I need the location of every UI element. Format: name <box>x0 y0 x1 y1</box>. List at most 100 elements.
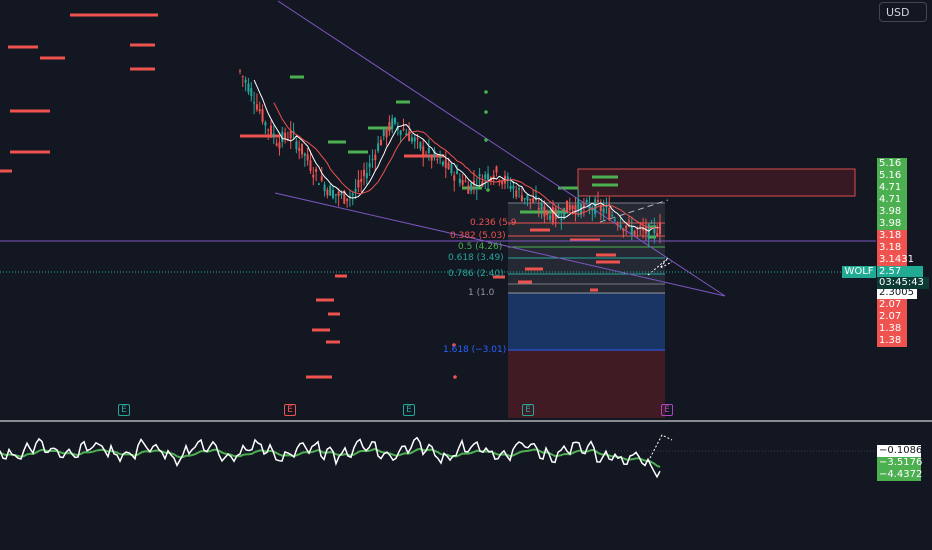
candle-body <box>456 170 459 174</box>
candle-body <box>523 197 526 200</box>
candle-body <box>334 194 337 196</box>
fib-label: 0.5 (4.26) <box>458 242 503 252</box>
candle-body <box>427 147 430 153</box>
candle-body <box>320 176 323 181</box>
candle-body <box>394 117 397 124</box>
candle-body <box>540 202 543 210</box>
price-axis-label: 3.1431 <box>877 254 914 266</box>
signal-dot <box>486 188 490 192</box>
candle-body <box>574 204 577 214</box>
fib-label: 1.618 (−3.01) <box>443 345 507 355</box>
candle-body <box>261 109 264 122</box>
price-axis-label: 4.71 <box>877 182 907 194</box>
candle-body <box>464 180 467 182</box>
candle-body <box>608 207 611 220</box>
candle-body <box>399 130 402 135</box>
currency-button[interactable]: USD <box>879 2 927 22</box>
resistance-box <box>577 168 856 197</box>
candle-body <box>526 194 529 201</box>
candle-body <box>650 222 653 224</box>
candle-body <box>602 208 605 213</box>
candle-body <box>317 183 320 185</box>
candle-body <box>563 207 566 218</box>
candle-body <box>546 210 549 216</box>
candle-body <box>419 142 422 149</box>
candle-body <box>515 190 518 197</box>
candle-body <box>351 193 354 196</box>
candle-body <box>272 133 275 137</box>
price-axis-label: 3.18 <box>877 242 907 254</box>
candle-body <box>633 230 636 235</box>
earnings-marker[interactable]: E <box>403 404 415 416</box>
candle-body <box>377 143 380 152</box>
earnings-marker[interactable]: E <box>522 404 534 416</box>
candle-body <box>453 175 456 181</box>
oscillator-value-label: −4.4372 <box>877 469 923 481</box>
price-axis-label: 1.38 <box>877 323 907 335</box>
earnings-marker[interactable]: E <box>661 404 673 416</box>
candle-body <box>560 219 563 221</box>
candle-body <box>267 129 270 131</box>
candle-body <box>301 143 304 155</box>
candle-body <box>270 125 273 136</box>
candle-body <box>585 200 588 203</box>
price-axis-label: 2.07 <box>877 311 907 323</box>
price-axis-label: 4.71 <box>877 194 907 206</box>
candle-body <box>467 185 470 194</box>
candle-body <box>430 155 433 161</box>
price-axis-label: 3.98 <box>877 218 907 230</box>
candle-body <box>596 199 599 202</box>
price-axis-label: 3.98 <box>877 206 907 218</box>
candle-body <box>258 109 261 112</box>
fib-label: 0.236 (5.9 <box>470 218 517 228</box>
candle-body <box>371 159 374 161</box>
oscillator-pane <box>0 434 673 479</box>
fib-label: 0.786 (2.40) <box>448 269 504 279</box>
candle-body <box>357 179 360 188</box>
candle-body <box>239 70 241 72</box>
signal-dot <box>484 90 488 94</box>
candle-body <box>329 185 332 196</box>
candle-body <box>611 215 614 217</box>
candle-body <box>512 185 515 189</box>
candle-body <box>416 138 419 140</box>
candle-body <box>425 154 428 156</box>
candle-body <box>340 193 343 195</box>
candle-body <box>625 225 628 229</box>
candle-body <box>577 199 580 210</box>
candle-body <box>337 191 340 197</box>
candle-body <box>354 189 357 192</box>
fib-label: 0.618 (3.49) <box>448 253 504 263</box>
candle-body <box>264 122 267 126</box>
candle-body <box>537 207 540 210</box>
candle-body <box>241 76 244 78</box>
candle-body <box>653 225 656 234</box>
signal-dot <box>484 138 488 142</box>
candle-body <box>379 139 382 146</box>
candle-body <box>326 189 329 196</box>
candle-body <box>478 174 481 177</box>
candle-body <box>253 102 256 104</box>
candle-body <box>410 137 413 142</box>
candle-body <box>520 195 523 202</box>
candle-body <box>616 224 619 226</box>
earnings-marker[interactable]: E <box>118 404 130 416</box>
price-axis-label: 5.16 <box>877 158 907 170</box>
earnings-marker[interactable]: E <box>284 404 296 416</box>
candle-body <box>298 147 301 152</box>
price-axis-label: 3.18 <box>877 230 907 242</box>
candle-body <box>565 200 568 212</box>
oscillator-value-label: −3.5176 <box>877 457 923 469</box>
candle-body <box>388 122 391 132</box>
fib-zone-blue <box>508 293 665 350</box>
candle-body <box>402 128 405 131</box>
candle-body <box>284 132 287 139</box>
candle-body <box>439 156 442 159</box>
signal-dot <box>453 375 457 379</box>
candle-body <box>461 180 464 185</box>
candle-body <box>323 184 326 192</box>
candle-body <box>470 182 473 191</box>
candle-body <box>309 160 312 171</box>
candle-body <box>413 137 416 142</box>
candle-body <box>627 220 630 222</box>
